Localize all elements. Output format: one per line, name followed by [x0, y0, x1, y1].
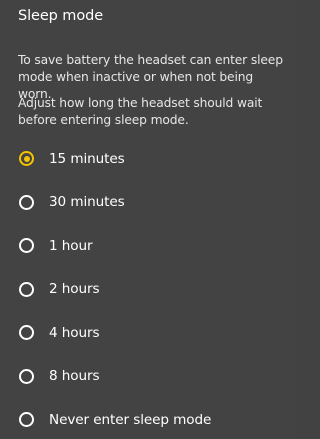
- option-label: Never enter sleep mode: [49, 411, 212, 428]
- option-2-hours[interactable]: 2 hours: [0, 268, 295, 312]
- option-label: 2 hours: [49, 281, 100, 298]
- option-label: 4 hours: [49, 324, 100, 341]
- option-1-hour[interactable]: 1 hour: [0, 224, 295, 268]
- radio-button[interactable]: [19, 194, 34, 210]
- option-label: 8 hours: [49, 368, 100, 385]
- radio-button[interactable]: [19, 151, 34, 167]
- page-title: Sleep mode: [18, 8, 104, 24]
- radio-button[interactable]: [19, 412, 34, 428]
- option-label: 15 minutes: [49, 150, 125, 167]
- radio-button[interactable]: [19, 281, 34, 297]
- option-never[interactable]: Never enter sleep mode: [0, 398, 295, 439]
- radio-button[interactable]: [19, 325, 34, 341]
- sleep-mode-panel: Sleep mode To save battery the headset c…: [0, 0, 295, 439]
- option-15-minutes[interactable]: 15 minutes: [0, 137, 295, 181]
- radio-button[interactable]: [19, 238, 34, 254]
- option-30-minutes[interactable]: 30 minutes: [0, 181, 295, 225]
- option-4-hours[interactable]: 4 hours: [0, 311, 295, 355]
- radio-button[interactable]: [19, 368, 34, 384]
- option-label: 1 hour: [49, 237, 93, 254]
- option-label: 30 minutes: [49, 194, 125, 211]
- sleep-mode-options: 15 minutes 30 minutes 1 hour 2 hours 4 h…: [0, 137, 295, 439]
- option-8-hours[interactable]: 8 hours: [0, 355, 295, 399]
- description-adjust: Adjust how long the headset should wait …: [18, 96, 263, 127]
